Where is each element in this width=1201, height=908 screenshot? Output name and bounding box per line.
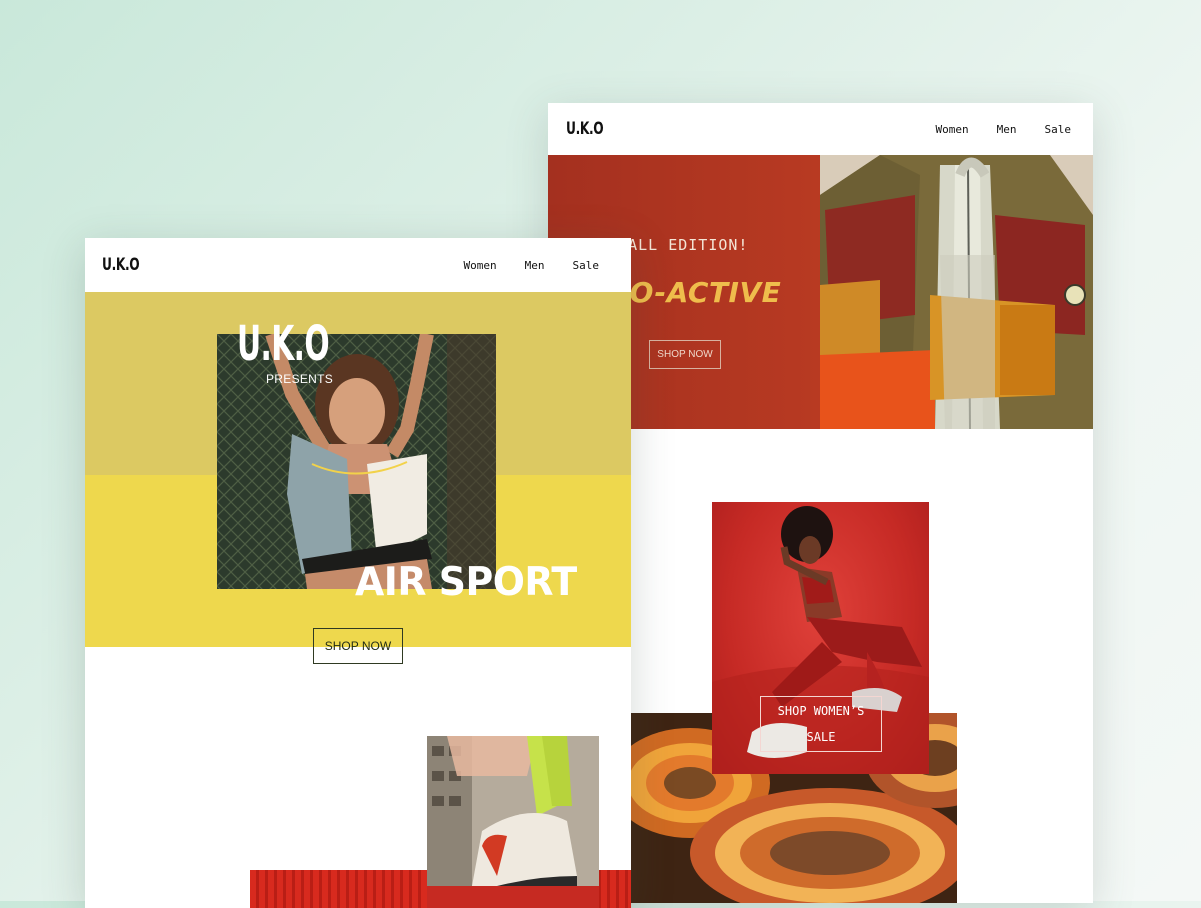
sneaker-illustration bbox=[427, 736, 599, 908]
model-illustration bbox=[217, 334, 496, 589]
back-nav-sale[interactable]: Sale bbox=[1045, 123, 1072, 136]
back-nav-links: Women Men Sale bbox=[936, 123, 1072, 136]
front-logo[interactable]: U.K.O bbox=[102, 255, 140, 275]
back-nav-bar: U.K.O Women Men Sale bbox=[548, 103, 1093, 155]
front-nav-women[interactable]: Women bbox=[464, 259, 497, 272]
front-email-preview: U.K.O Women Men Sale U.K.O PRESENTS AIR … bbox=[85, 238, 631, 908]
back-nav-men[interactable]: Men bbox=[997, 123, 1017, 136]
back-shop-now-button[interactable]: SHOP NOW bbox=[649, 340, 721, 369]
model-photo bbox=[217, 334, 496, 589]
sneaker-photo bbox=[427, 736, 599, 908]
front-nav-links: Women Men Sale bbox=[464, 259, 600, 272]
back-nav-women[interactable]: Women bbox=[936, 123, 969, 136]
hero-presents: PRESENTS bbox=[266, 372, 334, 386]
front-nav-men[interactable]: Men bbox=[525, 259, 545, 272]
sale-line-1: SHOP WOMEN’S bbox=[777, 704, 865, 718]
front-nav-sale[interactable]: Sale bbox=[573, 259, 600, 272]
front-shop-now-button[interactable]: SHOP NOW bbox=[313, 628, 403, 664]
sale-line-2: SALE bbox=[806, 730, 836, 744]
hero-title: AIR SPORT bbox=[355, 560, 577, 605]
front-nav-bar: U.K.O Women Men Sale bbox=[85, 238, 631, 292]
jacket-photo bbox=[820, 155, 1093, 429]
shop-womens-sale-button[interactable]: SHOP WOMEN’S SALE bbox=[760, 696, 882, 752]
shop-womens-sale-label: SHOP WOMEN’S SALE bbox=[778, 698, 865, 750]
jacket-illustration bbox=[820, 155, 1093, 429]
back-logo[interactable]: U.K.O bbox=[566, 119, 604, 139]
hero-brand-logo: U.K.O bbox=[237, 316, 330, 372]
